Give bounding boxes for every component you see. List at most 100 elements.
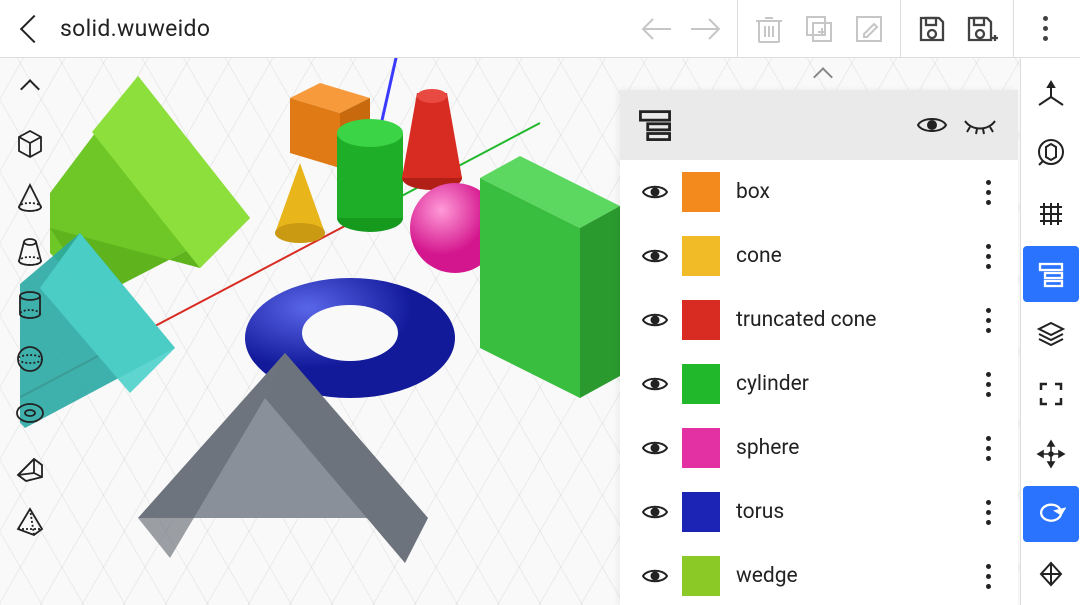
history-back-button[interactable] bbox=[631, 5, 681, 53]
stack-icon bbox=[1036, 319, 1066, 349]
color-swatch bbox=[682, 236, 720, 276]
axes-icon bbox=[1036, 79, 1066, 109]
save-icon bbox=[917, 14, 947, 44]
layers-panel: box cone truncated cone cylinder sphere torus… bbox=[620, 90, 1018, 605]
wedge-icon bbox=[14, 451, 46, 483]
visibility-toggle[interactable] bbox=[638, 239, 672, 273]
hide-all-button[interactable] bbox=[960, 105, 1000, 145]
box-tool[interactable] bbox=[6, 116, 54, 170]
cone-tool[interactable] bbox=[6, 170, 54, 224]
collapse-button[interactable] bbox=[6, 62, 54, 116]
eye-closed-icon bbox=[962, 115, 998, 135]
eye-icon bbox=[641, 374, 669, 394]
visibility-toggle[interactable] bbox=[638, 303, 672, 337]
layer-name: truncated cone bbox=[736, 308, 976, 332]
wedge-tool[interactable] bbox=[6, 440, 54, 494]
duplicate-button[interactable] bbox=[794, 5, 844, 53]
layer-name: wedge bbox=[736, 564, 976, 588]
save-plus-icon bbox=[965, 14, 999, 44]
layers-panel-header bbox=[620, 90, 1018, 160]
pyramid-tool[interactable] bbox=[6, 494, 54, 548]
rotate-icon bbox=[1036, 501, 1066, 527]
arrow-right-icon bbox=[689, 15, 723, 43]
layers-panel-icon bbox=[638, 108, 672, 142]
layer-name: cone bbox=[736, 244, 976, 268]
history-forward-button[interactable] bbox=[681, 5, 731, 53]
move-button[interactable] bbox=[1023, 426, 1079, 482]
sphere-icon bbox=[14, 343, 46, 375]
stack-button[interactable] bbox=[1023, 306, 1079, 362]
menu-button[interactable] bbox=[1020, 5, 1070, 53]
truncated-cone-tool[interactable] bbox=[6, 224, 54, 278]
file-title: solid.wuweido bbox=[60, 15, 210, 42]
eye-icon bbox=[916, 114, 948, 136]
visibility-toggle[interactable] bbox=[638, 495, 672, 529]
layer-menu-button[interactable] bbox=[976, 564, 1000, 589]
show-all-button[interactable] bbox=[912, 105, 952, 145]
layer-menu-button[interactable] bbox=[976, 244, 1000, 269]
visibility-toggle[interactable] bbox=[638, 367, 672, 401]
layer-row[interactable]: torus bbox=[620, 480, 1018, 544]
visibility-toggle[interactable] bbox=[638, 559, 672, 593]
layer-menu-button[interactable] bbox=[976, 500, 1000, 525]
rotate-button[interactable] bbox=[1023, 486, 1079, 542]
layer-row[interactable]: box bbox=[620, 160, 1018, 224]
color-swatch bbox=[682, 300, 720, 340]
trunc-cone-icon bbox=[14, 235, 46, 267]
fullscreen-icon bbox=[1038, 381, 1064, 407]
layer-row[interactable]: cylinder bbox=[620, 352, 1018, 416]
axes-button[interactable] bbox=[1023, 66, 1079, 122]
eye-icon bbox=[641, 182, 669, 202]
eye-icon bbox=[641, 502, 669, 522]
eye-icon bbox=[641, 566, 669, 586]
scale-button[interactable] bbox=[1023, 546, 1079, 602]
color-swatch bbox=[682, 364, 720, 404]
layer-row[interactable]: sphere bbox=[620, 416, 1018, 480]
save-button[interactable] bbox=[907, 5, 957, 53]
color-swatch bbox=[682, 428, 720, 468]
grid-icon bbox=[1037, 200, 1065, 228]
visibility-toggle[interactable] bbox=[638, 175, 672, 209]
chevron-up-icon bbox=[20, 79, 40, 99]
layer-row[interactable]: cone bbox=[620, 224, 1018, 288]
torus-tool[interactable] bbox=[6, 386, 54, 440]
layer-name: torus bbox=[736, 500, 976, 524]
copy-icon bbox=[804, 14, 834, 44]
layer-menu-button[interactable] bbox=[976, 436, 1000, 461]
torus-icon bbox=[14, 397, 46, 429]
layers-list[interactable]: box cone truncated cone cylinder sphere torus… bbox=[620, 160, 1018, 605]
eye-icon bbox=[641, 438, 669, 458]
layer-row[interactable]: wedge bbox=[620, 544, 1018, 605]
panel-collapse-chevron[interactable] bbox=[816, 70, 830, 84]
layer-row[interactable]: truncated cone bbox=[620, 288, 1018, 352]
back-button[interactable] bbox=[20, 15, 48, 43]
cylinder-tool[interactable] bbox=[6, 278, 54, 332]
edit-button[interactable] bbox=[844, 5, 894, 53]
move-icon bbox=[1036, 439, 1066, 469]
delete-button[interactable] bbox=[744, 5, 794, 53]
sphere-tool[interactable] bbox=[6, 332, 54, 386]
color-swatch bbox=[682, 172, 720, 212]
cube-icon bbox=[14, 127, 46, 159]
grid-button[interactable] bbox=[1023, 186, 1079, 242]
scale-icon bbox=[1037, 560, 1065, 588]
save-as-button[interactable] bbox=[957, 5, 1007, 53]
pencil-icon bbox=[854, 14, 884, 44]
cone-icon bbox=[14, 181, 46, 213]
color-swatch bbox=[682, 556, 720, 596]
fullscreen-button[interactable] bbox=[1023, 366, 1079, 422]
target-icon bbox=[1036, 139, 1066, 169]
layer-name: cylinder bbox=[736, 372, 976, 396]
layer-menu-button[interactable] bbox=[976, 308, 1000, 333]
right-toolbar bbox=[1020, 58, 1080, 605]
layer-menu-button[interactable] bbox=[976, 180, 1000, 205]
visibility-toggle[interactable] bbox=[638, 431, 672, 465]
pyramid-icon bbox=[14, 505, 46, 537]
scene-shapes bbox=[20, 58, 620, 605]
cylinder-icon bbox=[14, 289, 46, 321]
layers-button[interactable] bbox=[1023, 246, 1079, 302]
layers-panel-icon bbox=[1037, 260, 1065, 288]
layer-menu-button[interactable] bbox=[976, 372, 1000, 397]
focus-object-button[interactable] bbox=[1023, 126, 1079, 182]
layer-name: box bbox=[736, 180, 976, 204]
